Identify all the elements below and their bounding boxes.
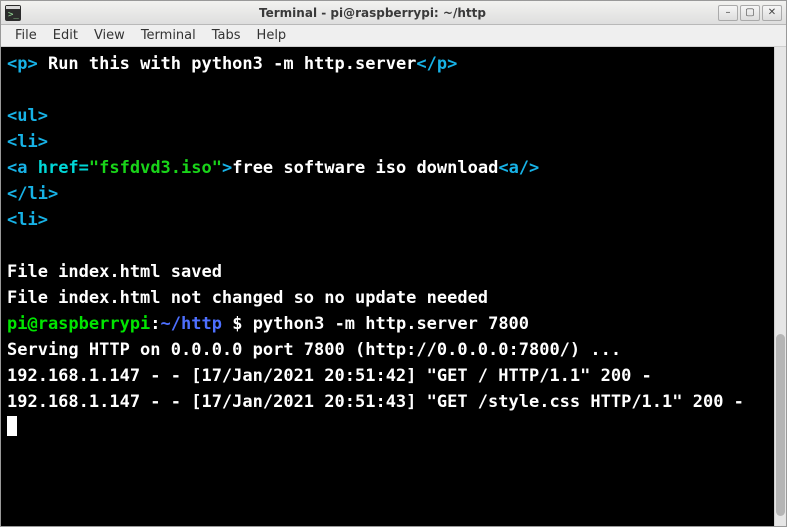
prompt-user: pi@raspberrypi <box>7 314 150 334</box>
tag-p-open: <p> <box>7 54 38 74</box>
minimize-button[interactable]: – <box>718 5 738 21</box>
terminal-icon: >_ <box>5 5 21 21</box>
tag-li-open2: <li> <box>7 210 48 230</box>
window-title: Terminal - pi@raspberrypi: ~/http <box>27 6 718 20</box>
close-icon: ✕ <box>768 7 776 18</box>
window-controls: – ▢ ✕ <box>718 5 782 21</box>
tag-li-open: <li> <box>7 132 48 152</box>
tag-a-close: <a/> <box>498 158 539 178</box>
log-line-2: 192.168.1.147 - - [17/Jan/2021 20:51:43]… <box>7 392 744 412</box>
svg-text:>_: >_ <box>8 10 19 20</box>
attr-href: href= <box>38 158 89 178</box>
scrollbar[interactable] <box>774 47 786 526</box>
menu-file[interactable]: File <box>7 26 45 45</box>
maximize-icon: ▢ <box>745 7 754 18</box>
terminal-output[interactable]: <p> Run this with python3 -m http.server… <box>1 47 774 526</box>
close-button[interactable]: ✕ <box>762 5 782 21</box>
terminal-area: <p> Run this with python3 -m http.server… <box>1 47 786 526</box>
maximize-button[interactable]: ▢ <box>740 5 760 21</box>
cursor <box>7 416 17 436</box>
menu-edit[interactable]: Edit <box>45 26 86 45</box>
minimize-icon: – <box>726 7 731 18</box>
tag-a-open: <a <box>7 158 38 178</box>
prompt-dollar: $ <box>222 314 253 334</box>
log-line-1: 192.168.1.147 - - [17/Jan/2021 20:51:42]… <box>7 366 652 386</box>
tag-p-close: </p> <box>416 54 457 74</box>
prompt-sep: : <box>150 314 160 334</box>
titlebar[interactable]: >_ Terminal - pi@raspberrypi: ~/http – ▢… <box>1 1 786 25</box>
terminal-window: >_ Terminal - pi@raspberrypi: ~/http – ▢… <box>0 0 787 527</box>
href-value: "fsfdvd3.iso" <box>89 158 222 178</box>
menu-help[interactable]: Help <box>249 26 295 45</box>
a-text: free software iso download <box>232 158 498 178</box>
saved-line: File index.html saved <box>7 262 222 282</box>
prompt-path: ~/http <box>161 314 222 334</box>
scrollbar-thumb[interactable] <box>776 334 785 516</box>
a-close-bracket: > <box>222 158 232 178</box>
p-text: Run this with python3 -m http.server <box>38 54 417 74</box>
menu-terminal[interactable]: Terminal <box>133 26 204 45</box>
menubar: File Edit View Terminal Tabs Help <box>1 25 786 47</box>
tag-ul-open: <ul> <box>7 106 48 126</box>
menu-tabs[interactable]: Tabs <box>204 26 249 45</box>
nochange-line: File index.html not changed so no update… <box>7 288 488 308</box>
serve-line: Serving HTTP on 0.0.0.0 port 7800 (http:… <box>7 340 621 360</box>
shell-command: python3 -m http.server 7800 <box>253 314 529 334</box>
tag-li-close: </li> <box>7 184 58 204</box>
menu-view[interactable]: View <box>86 26 133 45</box>
